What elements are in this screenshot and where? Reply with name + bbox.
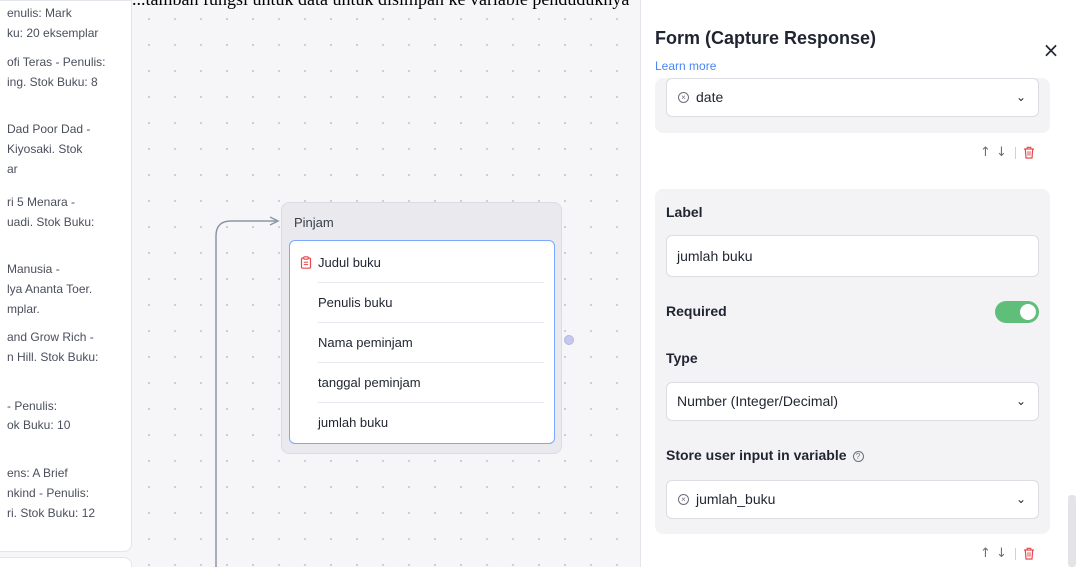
chevron-down-icon: ⌄ (1015, 492, 1026, 506)
list-item: mplar. (7, 302, 40, 316)
list-item: ok Buku: 10 (7, 418, 71, 432)
list-item: ens: A Brief (7, 466, 68, 480)
panel-scrollbar-thumb[interactable] (1068, 495, 1076, 567)
type-heading: Type (666, 350, 698, 366)
clear-variable-icon[interactable]: × (678, 494, 689, 505)
panel-scrollbar-track[interactable] (1067, 0, 1084, 567)
store-variable-heading: Store user input in variable? (666, 447, 864, 463)
list-item: Manusia - (7, 262, 60, 276)
field-label: Nama peminjam (318, 335, 413, 350)
store-variable-select[interactable]: × jumlah_buku ⌄ (666, 480, 1039, 519)
required-heading: Required (666, 303, 727, 319)
label-heading: Label (666, 204, 703, 220)
list-item: nkind - Penulis: (7, 486, 90, 500)
move-down-icon[interactable]: ↓ (996, 546, 1007, 561)
list-item: lya Ananta Toer. (7, 282, 93, 296)
chevron-down-icon: ⌄ (1015, 90, 1026, 104)
top-caption-text: ...tambah fungsi untuk data untuk disimp… (132, 0, 772, 9)
chevron-down-icon: ⌄ (1015, 394, 1026, 408)
settings-panel: Form (Capture Response) Learn more × × d… (640, 0, 1084, 567)
selected-variable: jumlah_buku (696, 491, 776, 507)
previous-variable-select[interactable]: × date ⌄ (666, 78, 1039, 117)
field-label: Judul buku (318, 255, 381, 270)
group-node-pinjam[interactable]: Pinjam Judul buku Penulis buku Nama pemi… (281, 202, 562, 454)
action-divider (1015, 548, 1016, 560)
field-actions-bottom: ↑ ↓ (980, 546, 1060, 562)
trash-icon[interactable] (1023, 547, 1035, 560)
learn-more-link[interactable]: Learn more (655, 59, 716, 73)
block-field-row[interactable]: Nama peminjam (318, 323, 544, 363)
type-select[interactable]: Number (Integer/Decimal) ⌄ (666, 382, 1039, 421)
label-input[interactable]: jumlah buku (666, 235, 1039, 277)
left-block-list[interactable]: enulis: Mark ku: 20 eksemplar ofi Teras … (0, 0, 132, 552)
move-down-icon[interactable]: ↓ (996, 145, 1007, 160)
type-selected-value: Number (Integer/Decimal) (677, 393, 839, 409)
list-item: uadi. Stok Buku: (7, 215, 95, 229)
block-field-row[interactable]: tanggal peminjam (318, 363, 544, 403)
required-toggle[interactable] (995, 301, 1039, 323)
panel-title: Form (Capture Response) (655, 28, 877, 48)
field-settings-card: Label jumlah buku Required Type Number (… (655, 189, 1050, 534)
move-up-icon[interactable]: ↑ (980, 145, 991, 160)
left-block-card[interactable] (0, 557, 132, 567)
list-item: ku: 20 eksemplar (7, 26, 99, 40)
input-block[interactable]: Judul buku Penulis buku Nama peminjam ta… (289, 240, 555, 444)
action-divider (1015, 147, 1016, 159)
block-field-row[interactable]: jumlah buku (318, 403, 544, 443)
list-item: - Penulis: (7, 399, 58, 413)
clipboard-icon (300, 256, 312, 269)
list-item: Dad Poor Dad - (7, 122, 91, 136)
move-up-icon[interactable]: ↑ (980, 546, 991, 561)
list-item: n Hill. Stok Buku: (7, 350, 99, 364)
list-item: ri 5 Menara - (7, 195, 76, 209)
field-actions-top: ↑ ↓ (980, 145, 1060, 161)
trash-icon[interactable] (1023, 146, 1035, 159)
list-item: ri. Stok Buku: 12 (7, 506, 96, 520)
field-label: tanggal peminjam (318, 375, 421, 390)
help-icon[interactable]: ? (852, 451, 864, 462)
block-field-row[interactable]: Penulis buku (318, 283, 544, 323)
list-item: Kiyosaki. Stok (7, 142, 83, 156)
field-label: Penulis buku (318, 295, 393, 310)
close-icon[interactable]: × (1039, 38, 1063, 62)
group-title: Pinjam (294, 215, 334, 230)
list-item: ar (7, 162, 18, 176)
field-label: jumlah buku (318, 415, 389, 430)
list-item: enulis: Mark (7, 6, 72, 20)
selected-variable: date (696, 89, 724, 105)
block-field-row[interactable]: Judul buku (300, 243, 544, 283)
list-item: ing. Stok Buku: 8 (7, 75, 98, 89)
output-port[interactable] (564, 335, 574, 345)
toggle-knob (1020, 304, 1036, 320)
previous-field-card: × date ⌄ (655, 78, 1050, 133)
flow-canvas[interactable]: enulis: Mark ku: 20 eksemplar ofi Teras … (0, 0, 640, 567)
list-item: ofi Teras - Penulis: (7, 55, 106, 69)
list-item: and Grow Rich - (7, 330, 94, 344)
store-variable-label: Store user input in variable (666, 447, 847, 463)
clear-variable-icon[interactable]: × (678, 92, 689, 103)
